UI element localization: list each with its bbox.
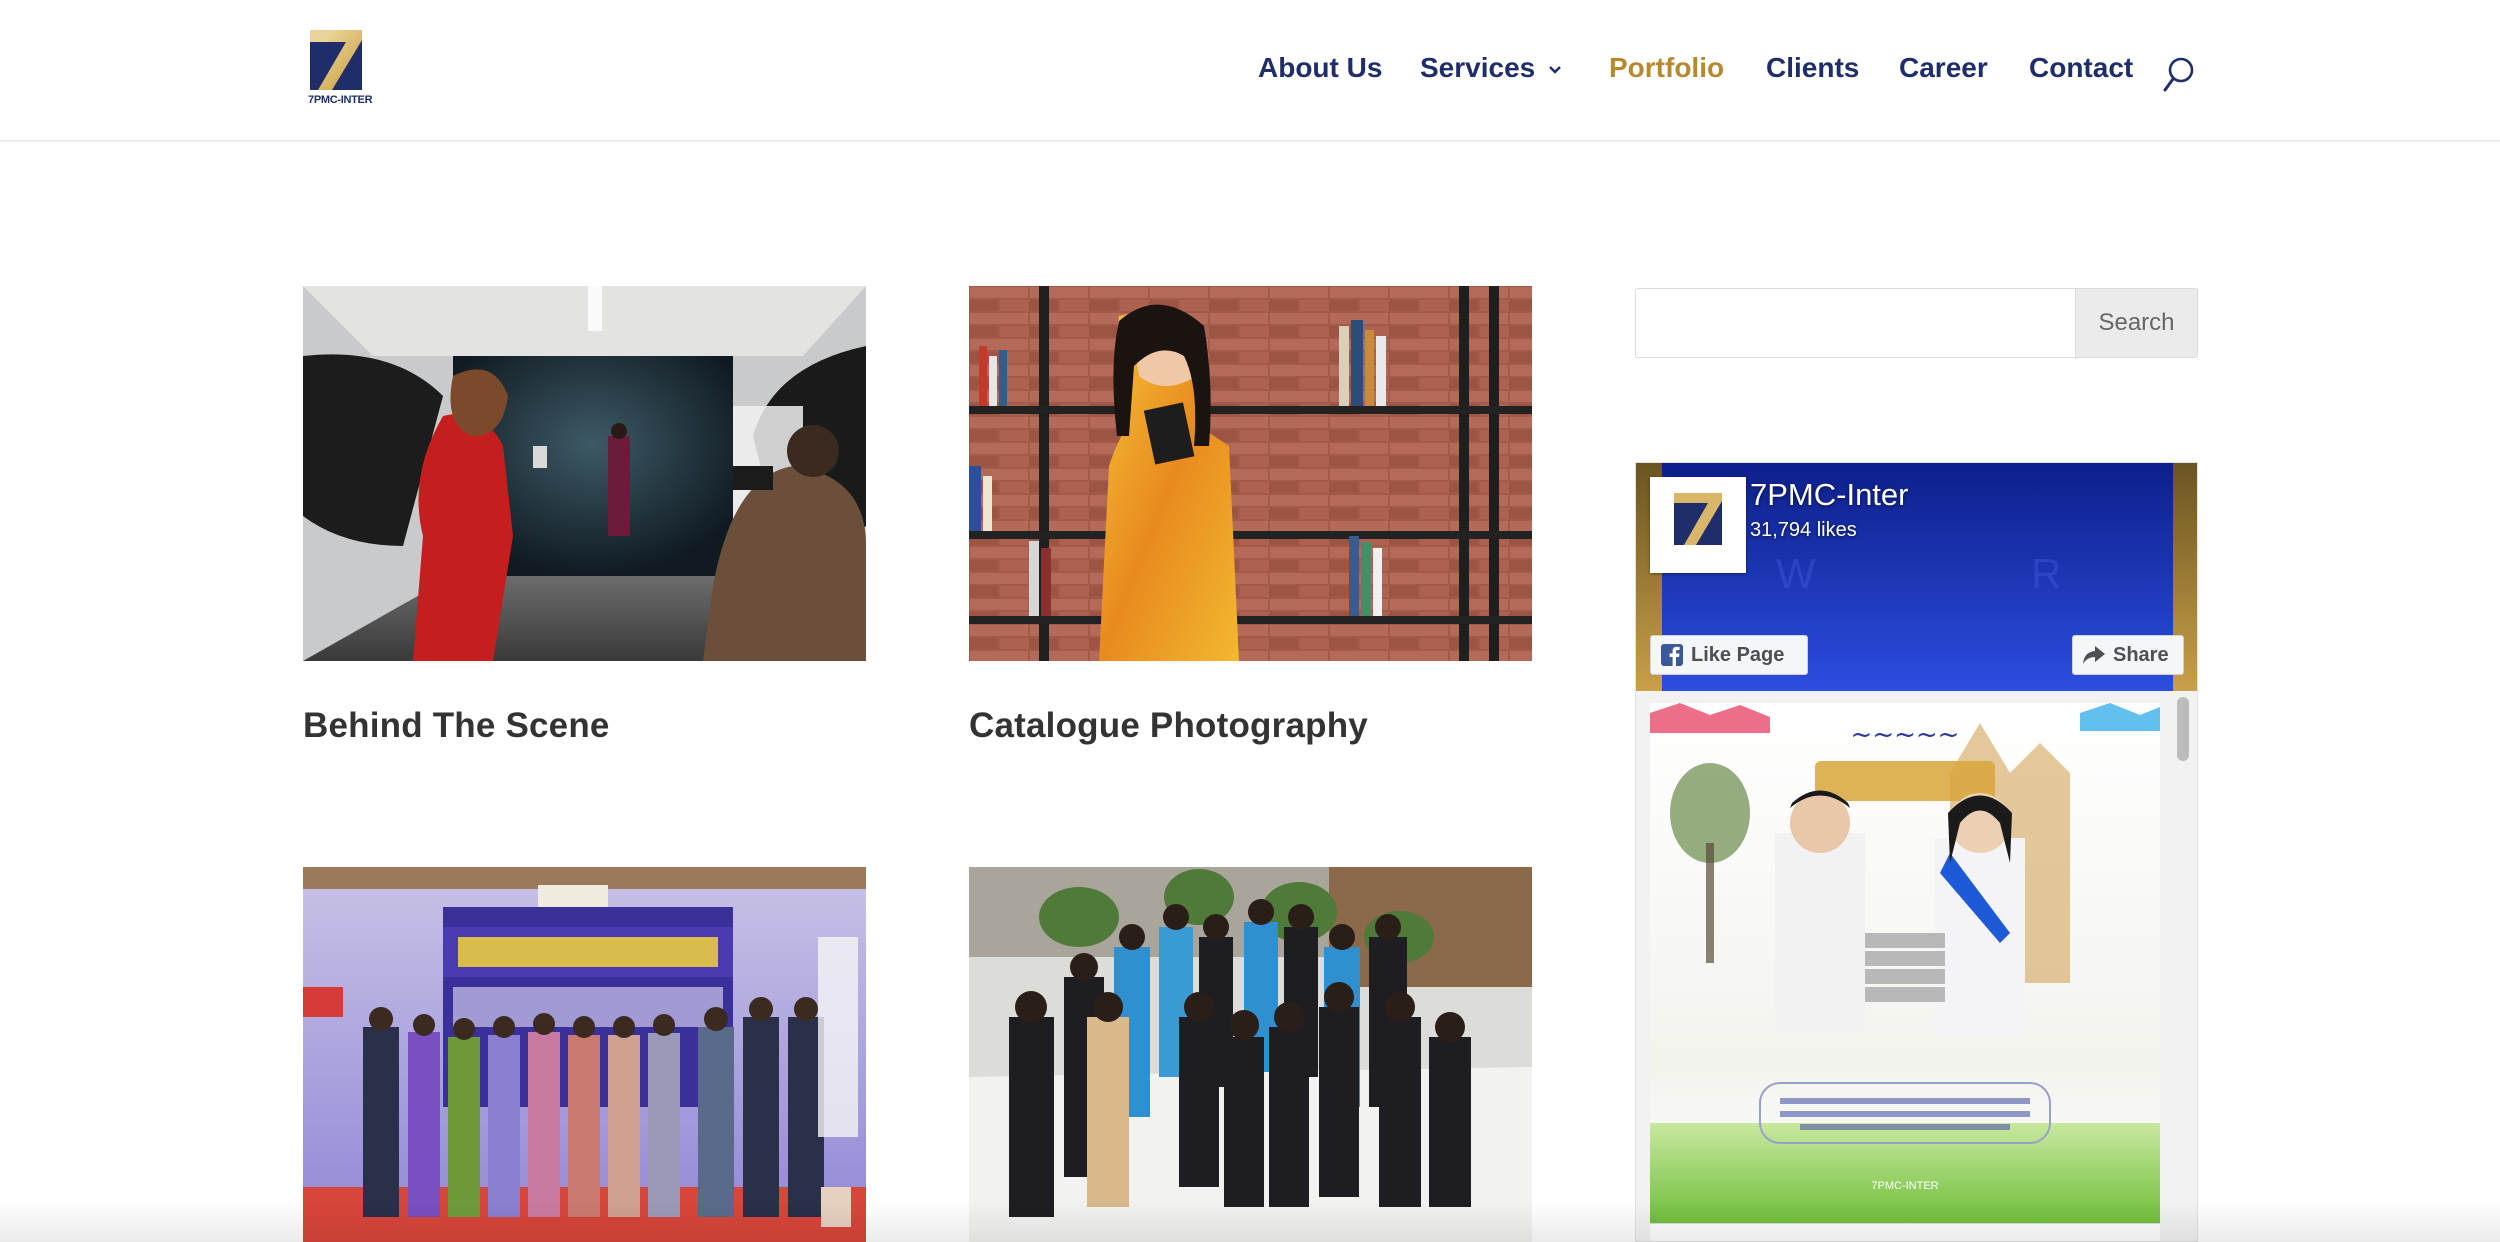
facebook-feed-scrollbar[interactable] [2174,693,2192,1241]
search-icon[interactable] [2162,56,2196,94]
site-header: 7PMC-INTER About Us Services Portfolio C… [0,0,2500,141]
portfolio-image-behind-the-scene[interactable] [303,286,866,661]
event-photo [303,867,866,1242]
facebook-cover[interactable]: W R 7PMC-Inter 31,794 likes Like Page Sh… [1636,463,2197,691]
svg-text:R: R [2031,550,2061,597]
logo-mark-icon [1652,479,1744,571]
facebook-post-footer [1650,1223,2160,1241]
nav-services-label: Services [1420,52,1536,83]
team-photo [969,867,1532,1242]
facebook-page-widget: W R 7PMC-Inter 31,794 likes Like Page Sh… [1635,462,2198,1242]
chevron-down-icon [1549,65,1562,74]
svg-text:W: W [1776,550,1816,597]
sidebar-search: Search [1635,288,2198,358]
facebook-icon [1661,644,1683,666]
portfolio-image-team[interactable] [969,867,1532,1242]
portfolio-image-event[interactable] [303,867,866,1242]
catalogue-photo [969,286,1532,661]
facebook-post-image[interactable]: ~~~~~ 7PMC-INTER [1650,703,2160,1223]
share-arrow-icon [2083,646,2105,664]
nav-career[interactable]: Career [1899,52,1988,84]
facebook-share-label: Share [2113,643,2169,666]
facebook-like-button[interactable]: Like Page [1650,635,1808,675]
festival-post-graphic: ~~~~~ 7PMC-INTER [1650,703,2160,1223]
portfolio-image-catalogue-photography[interactable] [969,286,1532,661]
nav-about-us[interactable]: About Us [1258,52,1382,84]
portfolio-title[interactable]: Catalogue Photography [969,706,1368,746]
facebook-share-button[interactable]: Share [2072,635,2184,675]
studio-photo [303,286,866,661]
search-button[interactable]: Search [2075,289,2197,357]
nav-contact[interactable]: Contact [2029,52,2133,84]
nav-clients[interactable]: Clients [1766,52,1859,84]
facebook-page-name[interactable]: 7PMC-Inter [1750,477,1908,513]
main-nav: About Us Services Portfolio Clients Care… [0,0,2500,141]
scrollbar-thumb[interactable] [2177,697,2189,761]
facebook-page-avatar[interactable] [1650,477,1746,573]
nav-portfolio[interactable]: Portfolio [1609,52,1724,84]
nav-services[interactable]: Services [1420,52,1563,84]
facebook-likes-count: 31,794 likes [1750,519,1857,541]
post-footer-brand: 7PMC-INTER [1871,1180,1938,1192]
facebook-like-label: Like Page [1691,643,1785,666]
svg-text:~~~~~: ~~~~~ [1851,720,1960,750]
portfolio-title[interactable]: Behind The Scene [303,706,610,746]
search-input[interactable] [1636,289,2076,357]
